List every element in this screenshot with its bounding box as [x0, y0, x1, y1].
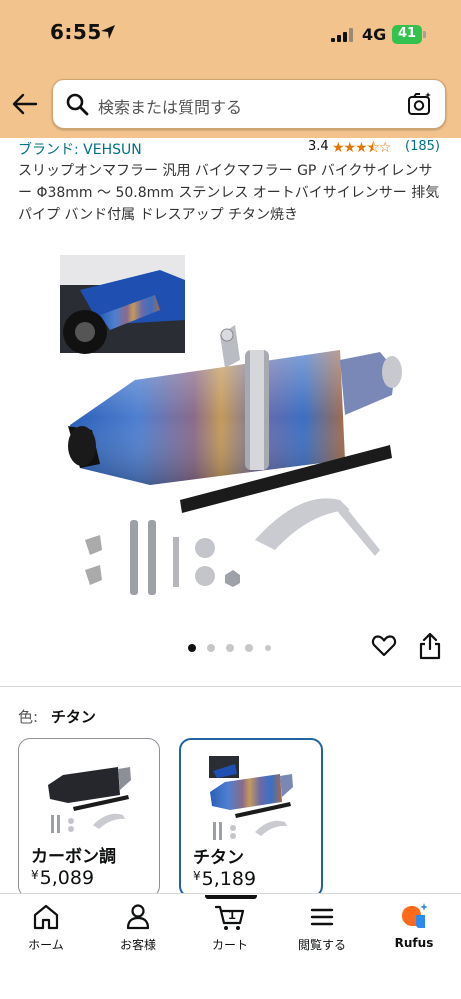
pagination-dot: [265, 645, 271, 651]
variant-name: チタン: [193, 848, 244, 868]
brand-rating-row: ブランド: VEHSUN 3.4 ★★★⯪☆ (185): [18, 138, 448, 158]
search-icon: [66, 93, 89, 116]
nav-cart[interactable]: 1 カート: [192, 902, 268, 953]
rating-value: 3.4: [308, 139, 329, 154]
account-icon: [126, 904, 150, 930]
currency-symbol: ¥: [193, 869, 201, 883]
rufus-icon: [402, 903, 428, 928]
variant-price-value: 5,089: [39, 867, 95, 889]
pagination-dot: [207, 644, 215, 652]
product-title: スリップオンマフラー 汎用 バイクマフラー GP バイクサイレンサー Φ38mm…: [18, 163, 440, 223]
variant-price-value: 5,189: [201, 868, 257, 890]
brand-link[interactable]: ブランド: VEHSUN: [18, 139, 142, 159]
bike-photo: [60, 255, 185, 354]
cart-count-badge: 1: [228, 907, 235, 922]
menu-icon: [310, 908, 334, 926]
variant-thumbnail: [209, 756, 293, 840]
pagination-dot: [188, 644, 196, 652]
nav-home[interactable]: ホーム: [8, 902, 84, 953]
rating-stars[interactable]: ★★★⯪☆: [332, 137, 391, 161]
color-selector: 色: チタン: [18, 706, 96, 727]
color-selected-value: チタン: [50, 708, 96, 726]
network-type: 4G: [362, 25, 387, 44]
back-arrow-icon: [12, 93, 38, 115]
bottom-nav: ホーム お客様 1 カート 閲覧する Rufus: [0, 893, 461, 999]
currency-symbol: ¥: [31, 868, 39, 882]
home-icon: [33, 904, 59, 930]
pagination-dot: [245, 644, 253, 652]
nav-cart-label: カート: [211, 938, 248, 952]
pagination-dot: [226, 644, 234, 652]
nav-account[interactable]: お客様: [100, 902, 176, 953]
active-tab-indicator: [205, 895, 257, 899]
color-label: 色:: [18, 708, 39, 726]
image-pagination[interactable]: [188, 644, 278, 654]
location-arrow-icon: [101, 25, 115, 39]
nav-browse[interactable]: 閲覧する: [284, 902, 360, 953]
nav-account-label: お客様: [119, 938, 156, 952]
nav-browse-label: 閲覧する: [297, 938, 346, 952]
variant-card-carbon[interactable]: カーボン調 ¥5,089: [18, 738, 160, 898]
signal-icon: [331, 28, 353, 42]
status-bar: 6:55 4G 41: [0, 0, 461, 70]
variant-price: ¥5,189: [193, 868, 256, 890]
search-input[interactable]: 検索または質問する: [52, 79, 446, 129]
nav-home-label: ホーム: [28, 938, 64, 952]
back-button[interactable]: [10, 90, 40, 118]
battery-icon: 41: [392, 25, 426, 44]
cart-icon: 1: [215, 905, 245, 930]
header: 6:55 4G 41 検索または質問する: [0, 0, 461, 138]
product-image[interactable]: [40, 250, 430, 620]
variant-name: カーボン調: [31, 847, 116, 867]
variant-card-titanium[interactable]: チタン ¥5,189: [179, 738, 323, 898]
nav-rufus[interactable]: Rufus: [376, 902, 452, 950]
section-divider: [0, 686, 461, 687]
nav-rufus-label: Rufus: [394, 936, 434, 950]
search-placeholder: 検索または質問する: [98, 98, 243, 117]
status-time: 6:55: [50, 20, 102, 44]
variant-price: ¥5,089: [31, 867, 94, 889]
battery-level: 41: [397, 26, 417, 41]
share-icon[interactable]: [418, 632, 442, 660]
rating-count[interactable]: (185): [405, 139, 440, 154]
heart-icon[interactable]: [371, 633, 397, 659]
variant-thumbnail: [48, 767, 131, 833]
camera-search-icon[interactable]: [407, 91, 433, 117]
